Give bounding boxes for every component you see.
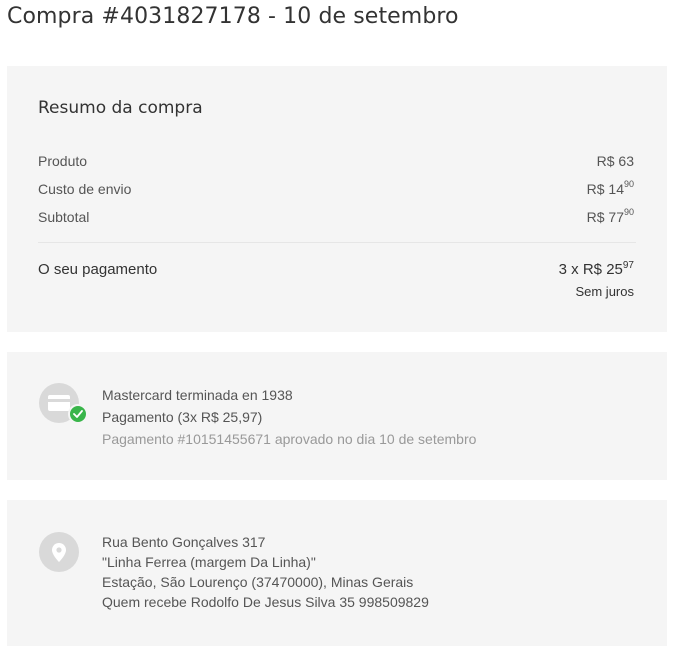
check-icon — [68, 404, 88, 424]
address-city: Estação, São Lourenço (37470000), Minas … — [102, 574, 414, 590]
subtotal-label: Subtotal — [38, 209, 90, 225]
summary-row-subtotal: Subtotal R$ 7790 — [38, 207, 634, 225]
summary-row-product: Produto R$ 63 — [38, 153, 634, 169]
address-street: Rua Bento Gonçalves 317 — [102, 534, 266, 550]
payment-total-row: O seu pagamento 3 x R$ 2597 — [38, 260, 634, 279]
payment-detail: Pagamento (3x R$ 25,97) — [102, 409, 263, 425]
summary-row-shipping: Custo de envio R$ 1490 — [38, 179, 634, 197]
payment-total-label: O seu pagamento — [38, 261, 158, 278]
address-reference: "Linha Ferrea (margem Da Linha)" — [102, 554, 316, 570]
location-pin-icon — [39, 532, 79, 572]
payment-card: Mastercard terminada en 1938 Pagamento (… — [7, 352, 667, 480]
shipping-value: R$ 1490 — [586, 179, 634, 197]
shipping-label: Custo de envio — [38, 181, 132, 197]
payment-total-value: 3 x R$ 2597 — [558, 260, 634, 279]
address-recipient: Quem recebe Rodolfo De Jesus Silva 35 99… — [102, 594, 429, 610]
product-label: Produto — [38, 153, 88, 169]
card-info: Mastercard terminada en 1938 — [102, 387, 293, 403]
payment-details: Mastercard terminada en 1938 Pagamento (… — [102, 384, 476, 450]
address-details: Rua Bento Gonçalves 317 "Linha Ferrea (m… — [102, 532, 429, 612]
page-title: Compra #4031827178 - 10 de setembro — [7, 4, 459, 29]
purchase-summary-card: Resumo da compra Produto R$ 63 Custo de … — [7, 66, 667, 332]
summary-title: Resumo da compra — [38, 98, 203, 118]
product-value: R$ 63 — [596, 153, 634, 169]
payment-approval: Pagamento #10151455671 aprovado no dia 1… — [102, 431, 477, 447]
address-card: Rua Bento Gonçalves 317 "Linha Ferrea (m… — [7, 500, 667, 646]
summary-divider — [38, 242, 636, 243]
interest-note: Sem juros — [575, 284, 634, 299]
subtotal-value: R$ 7790 — [586, 207, 634, 225]
